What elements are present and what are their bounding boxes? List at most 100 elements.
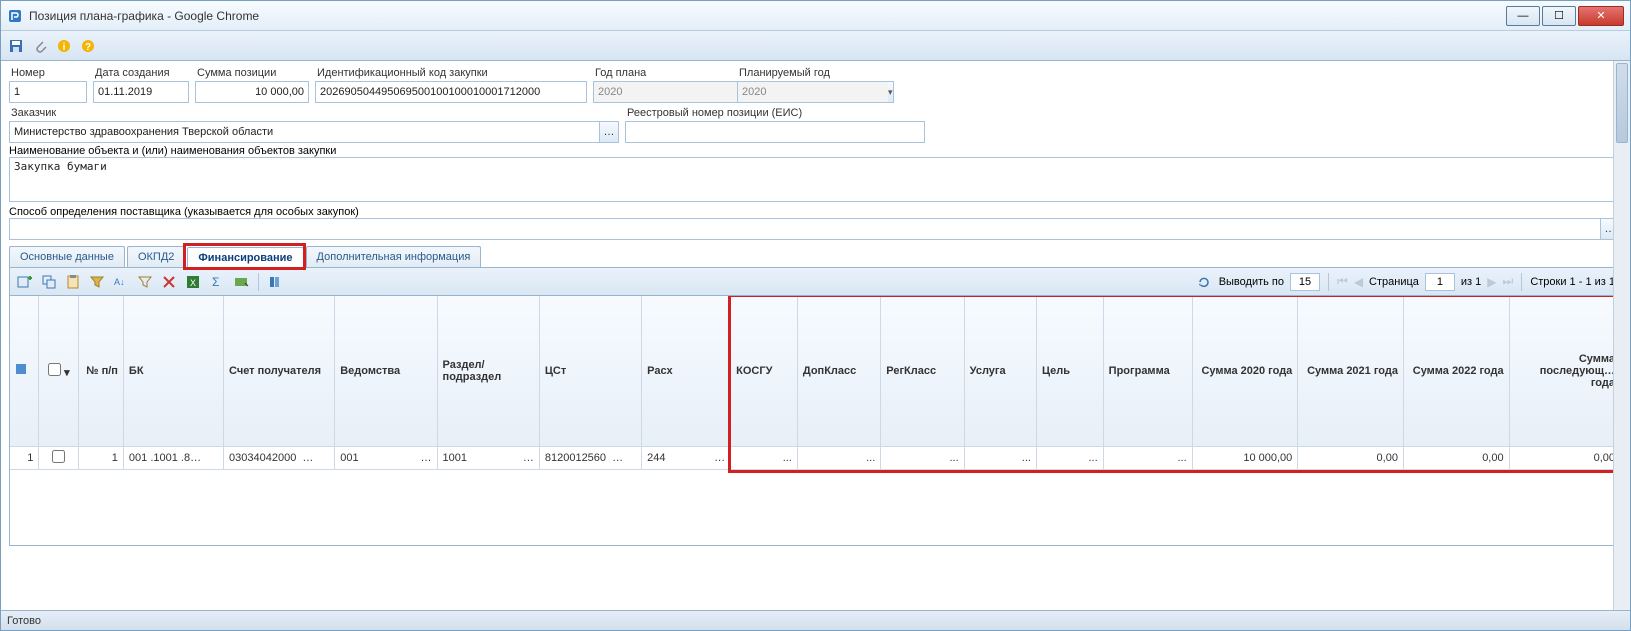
- object-label: Наименование объекта и (или) наименовани…: [9, 145, 1620, 157]
- row-checkbox[interactable]: [52, 450, 65, 463]
- col-programma[interactable]: Программа: [1103, 296, 1192, 446]
- copy-row-icon[interactable]: [40, 273, 58, 291]
- first-page-icon[interactable]: ⏮: [1337, 274, 1348, 289]
- col-regklass[interactable]: РегКласс: [881, 296, 964, 446]
- col-select-all[interactable]: ▾: [39, 296, 79, 446]
- page-size-input[interactable]: [1290, 273, 1320, 291]
- svg-text:Σ: Σ: [212, 275, 219, 289]
- separator: [1328, 273, 1329, 291]
- table-row[interactable]: 1 1 001 .1001 .8… 03034042000 … 001… 100…: [10, 446, 1621, 469]
- cell-sum2020[interactable]: 10 000,00: [1192, 446, 1298, 469]
- info-icon[interactable]: i: [55, 37, 73, 55]
- ikz-field[interactable]: [315, 81, 587, 103]
- grid-toolbar: A↓ X Σ Выводить по ⏮ ◀ Страница из 1 ▶: [9, 268, 1622, 296]
- scroll-thumb[interactable]: [1616, 63, 1628, 143]
- date-field[interactable]: [93, 81, 189, 103]
- content-area: Номер Дата создания Сумма позиции Иденти…: [1, 61, 1630, 610]
- cell-sum2021[interactable]: 0,00: [1298, 446, 1404, 469]
- sort-icon[interactable]: A↓: [112, 273, 130, 291]
- help-icon[interactable]: ?: [79, 37, 97, 55]
- maximize-button[interactable]: ☐: [1542, 6, 1576, 26]
- col-usluga[interactable]: Услуга: [964, 296, 1036, 446]
- col-account[interactable]: Счет получателя: [224, 296, 335, 446]
- cell-ved[interactable]: 001…: [335, 446, 437, 469]
- cell-regklass[interactable]: ...: [881, 446, 964, 469]
- col-sum2020[interactable]: Сумма 2020 года: [1192, 296, 1298, 446]
- last-page-icon[interactable]: ⏭: [1503, 274, 1514, 289]
- year-plan-select[interactable]: [593, 81, 744, 103]
- prev-page-icon[interactable]: ◀: [1354, 275, 1363, 289]
- attach-icon[interactable]: [31, 37, 49, 55]
- year-planned-label: Планируемый год: [737, 65, 875, 81]
- col-sum2021[interactable]: Сумма 2021 года: [1298, 296, 1404, 446]
- separator: [1521, 273, 1522, 291]
- titlebar: Позиция плана-графика - Google Chrome — …: [1, 1, 1630, 31]
- method-label: Способ определения поставщика (указывает…: [9, 206, 1620, 218]
- cell-account[interactable]: 03034042000 …: [224, 446, 335, 469]
- object-textarea[interactable]: Закупка бумаги: [9, 157, 1620, 202]
- main-toolbar: i ?: [1, 31, 1630, 61]
- paste-row-icon[interactable]: [64, 273, 82, 291]
- close-button[interactable]: ✕: [1578, 6, 1624, 26]
- tab-financing[interactable]: Финансирование: [187, 247, 303, 268]
- sum-icon[interactable]: Σ: [208, 273, 226, 291]
- save-icon[interactable]: [7, 37, 25, 55]
- col-bk[interactable]: БК: [123, 296, 223, 446]
- col-sum2022[interactable]: Сумма 2022 года: [1403, 296, 1509, 446]
- delete-icon[interactable]: [160, 273, 178, 291]
- chevron-down-icon[interactable]: ▾: [888, 81, 894, 103]
- cell-npp[interactable]: 1: [79, 446, 123, 469]
- refresh-icon[interactable]: [1195, 273, 1213, 291]
- sum-field[interactable]: [195, 81, 309, 103]
- cell-kosgu[interactable]: ...: [731, 446, 798, 469]
- col-cst[interactable]: ЦСт: [539, 296, 641, 446]
- export-excel-icon[interactable]: X: [184, 273, 202, 291]
- cell-bk[interactable]: 001 .1001 .8…: [123, 446, 223, 469]
- cell-sumnext[interactable]: 0,00: [1509, 446, 1620, 469]
- cell-cel[interactable]: ...: [1036, 446, 1103, 469]
- col-npp[interactable]: № п/п: [79, 296, 123, 446]
- page-number-input[interactable]: [1425, 273, 1455, 291]
- minimize-button[interactable]: —: [1506, 6, 1540, 26]
- svg-text:i: i: [63, 42, 66, 53]
- col-razdel[interactable]: Раздел/ подраздел: [437, 296, 539, 446]
- settings-icon[interactable]: [232, 273, 250, 291]
- add-row-icon[interactable]: [16, 273, 34, 291]
- ikz-label: Идентификационный код закупки: [315, 65, 587, 81]
- sum-label: Сумма позиции: [195, 65, 309, 81]
- tab-main[interactable]: Основные данные: [9, 246, 125, 267]
- statusbar: Готово: [1, 610, 1630, 630]
- tab-okpd2[interactable]: ОКПД2: [127, 246, 185, 267]
- customer-lookup-button[interactable]: …: [599, 121, 619, 143]
- separator: [258, 273, 259, 291]
- number-field[interactable]: [9, 81, 87, 103]
- col-vedomstva[interactable]: Ведомства: [335, 296, 437, 446]
- status-text: Готово: [7, 615, 41, 627]
- cell-programma[interactable]: ...: [1103, 446, 1192, 469]
- col-sumnext[interactable]: Сумма последующ… года: [1509, 296, 1620, 446]
- cell-rasx[interactable]: 244…: [642, 446, 731, 469]
- col-rasx[interactable]: Расх: [642, 296, 731, 446]
- col-dopklass[interactable]: ДопКласс: [797, 296, 880, 446]
- output-label: Выводить по: [1219, 276, 1284, 288]
- col-row-indicator[interactable]: [10, 296, 39, 446]
- next-page-icon[interactable]: ▶: [1487, 275, 1496, 289]
- customer-field[interactable]: [9, 121, 599, 143]
- cell-usluga[interactable]: ...: [964, 446, 1036, 469]
- col-kosgu[interactable]: КОСГУ: [731, 296, 798, 446]
- select-all-checkbox[interactable]: [48, 363, 61, 376]
- registry-field[interactable]: [625, 121, 925, 143]
- col-cel[interactable]: Цель: [1036, 296, 1103, 446]
- vertical-scrollbar[interactable]: [1613, 61, 1630, 610]
- filter-icon[interactable]: [88, 273, 106, 291]
- cell-cst[interactable]: 8120012560 …: [539, 446, 641, 469]
- cell-sum2022[interactable]: 0,00: [1403, 446, 1509, 469]
- column-settings-icon[interactable]: [267, 273, 285, 291]
- year-planned-select[interactable]: [737, 81, 888, 103]
- tab-additional[interactable]: Дополнительная информация: [306, 246, 482, 267]
- cell-dopklass[interactable]: ...: [797, 446, 880, 469]
- cell-razdel[interactable]: 1001…: [437, 446, 539, 469]
- tabs: Основные данные ОКПД2 Финансирование Доп…: [9, 246, 1622, 268]
- filter-clear-icon[interactable]: [136, 273, 154, 291]
- method-field[interactable]: [9, 218, 1600, 240]
